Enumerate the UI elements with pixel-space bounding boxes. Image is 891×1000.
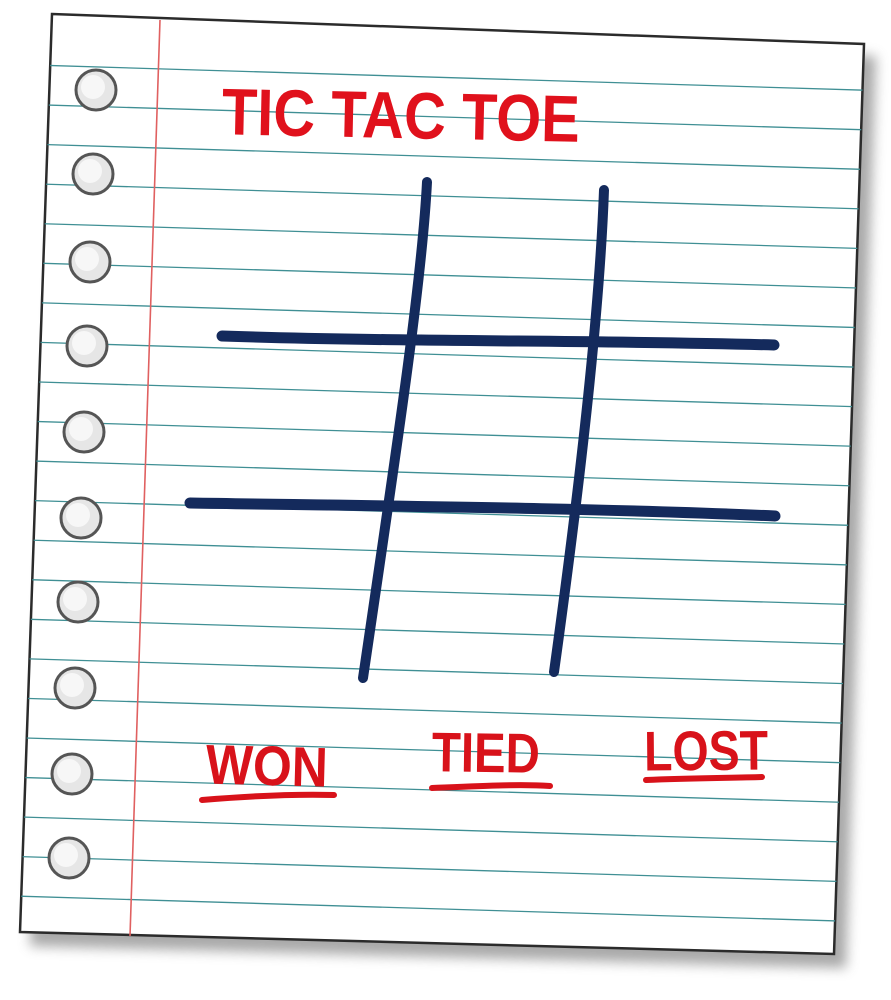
binder-hole-highlight [81, 75, 105, 99]
binder-hole-highlight [63, 587, 87, 611]
paper-sheet [18, 12, 866, 956]
lost-underline [643, 774, 765, 783]
page-title: TIC TAC TOE [221, 74, 580, 155]
binder-hole-highlight [57, 759, 81, 783]
won-label[interactable]: WON [205, 732, 329, 798]
binder-hole-highlight [66, 503, 90, 527]
binder-hole-highlight [78, 159, 102, 183]
notebook-scene: TIC TAC TOE WON TIED LOST [0, 0, 891, 1000]
binder-hole-highlight [60, 673, 84, 697]
tied-label[interactable]: TIED [432, 720, 541, 785]
binder-hole-highlight [69, 417, 93, 441]
notebook-page: TIC TAC TOE WON TIED LOST [18, 12, 876, 968]
binder-hole-highlight [72, 331, 96, 355]
binder-hole-highlight [75, 247, 99, 271]
binder-hole-highlight [54, 843, 78, 867]
lost-label[interactable]: LOST [644, 718, 769, 782]
tied-underline [429, 782, 553, 791]
